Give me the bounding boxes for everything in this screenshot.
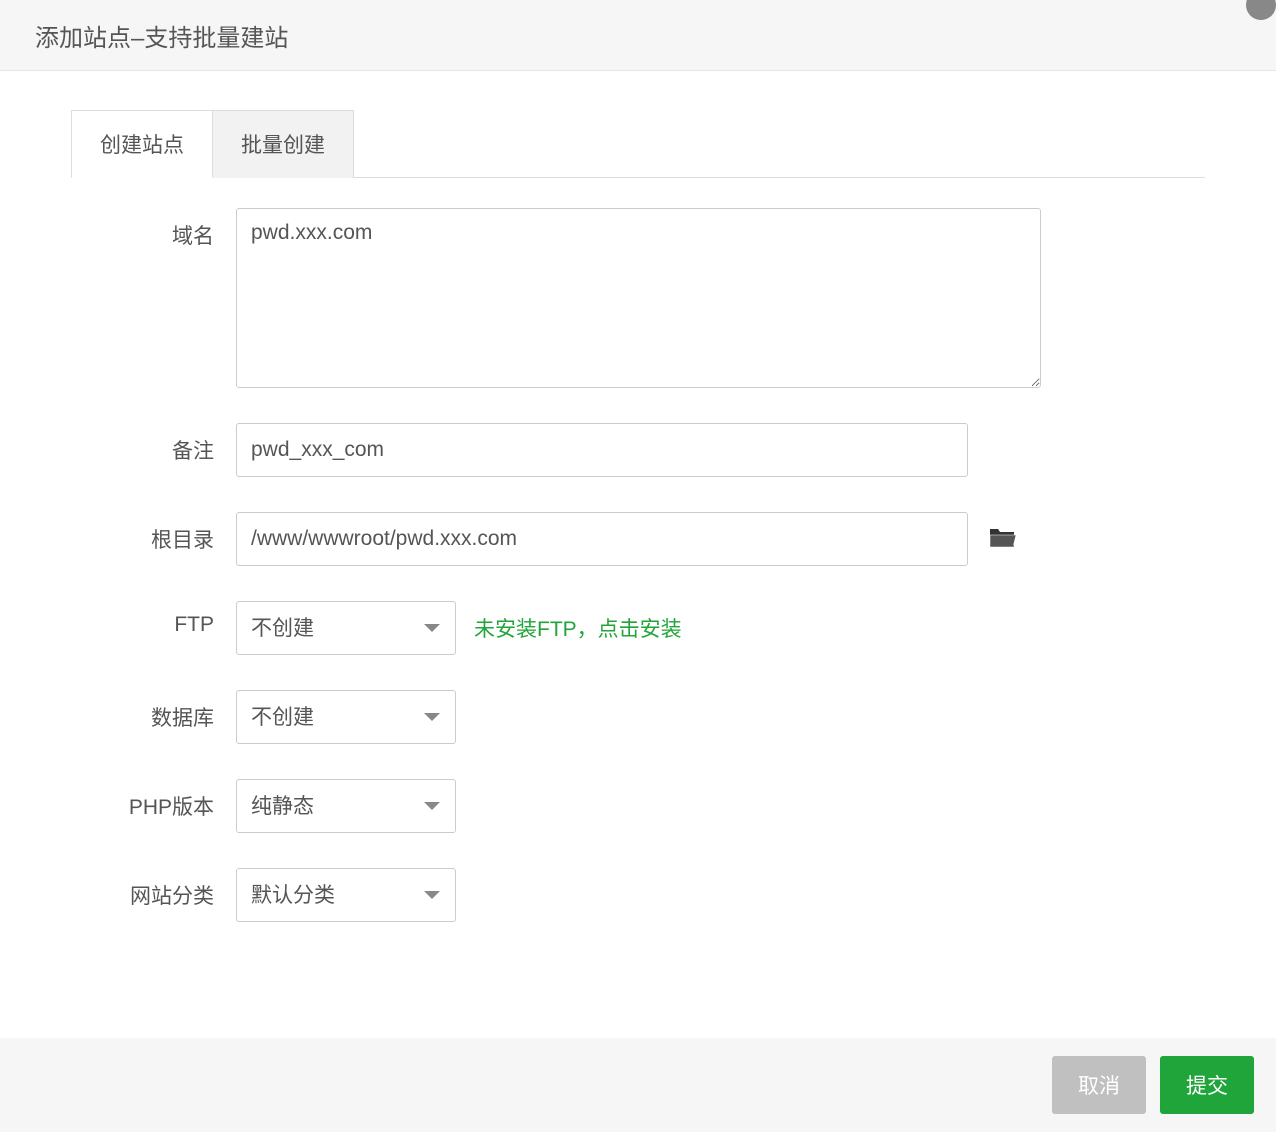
tabs: 创建站点 批量创建 [71,109,1205,178]
cancel-button[interactable]: 取消 [1052,1056,1146,1114]
php-select[interactable]: 纯静态 [236,779,456,833]
ftp-install-hint[interactable]: 未安装FTP，点击安装 [474,613,682,643]
form-row-category: 网站分类 默认分类 [71,868,1205,922]
root-label: 根目录 [71,512,236,554]
form-row-ftp: FTP 不创建 未安装FTP，点击安装 [71,601,1205,655]
database-select[interactable]: 不创建 [236,690,456,744]
category-label: 网站分类 [71,868,236,910]
tab-create-site[interactable]: 创建站点 [71,110,213,178]
category-select[interactable]: 默认分类 [236,868,456,922]
dialog-body: 创建站点 批量创建 域名 pwd.xxx.com 备注 根目录 FTP [0,71,1276,1017]
domain-input[interactable]: pwd.xxx.com [236,208,1041,388]
form-row-note: 备注 [71,423,1205,477]
close-icon[interactable] [1246,0,1276,20]
submit-button[interactable]: 提交 [1160,1056,1254,1114]
form-row-domain: 域名 pwd.xxx.com [71,208,1205,388]
database-label: 数据库 [71,690,236,732]
folder-icon[interactable] [988,525,1016,554]
dialog-title: 添加站点–支持批量建站 [35,18,288,53]
tab-batch-create[interactable]: 批量创建 [213,110,354,178]
dialog-footer: 取消 提交 [0,1038,1276,1132]
form-row-php: PHP版本 纯静态 [71,779,1205,833]
form-row-database: 数据库 不创建 [71,690,1205,744]
note-input[interactable] [236,423,968,477]
domain-label: 域名 [71,208,236,250]
ftp-label: FTP [71,601,236,637]
ftp-select[interactable]: 不创建 [236,601,456,655]
note-label: 备注 [71,423,236,465]
dialog-header: 添加站点–支持批量建站 [0,0,1276,71]
form-row-root: 根目录 [71,512,1205,566]
php-label: PHP版本 [71,779,236,821]
root-input[interactable] [236,512,968,566]
